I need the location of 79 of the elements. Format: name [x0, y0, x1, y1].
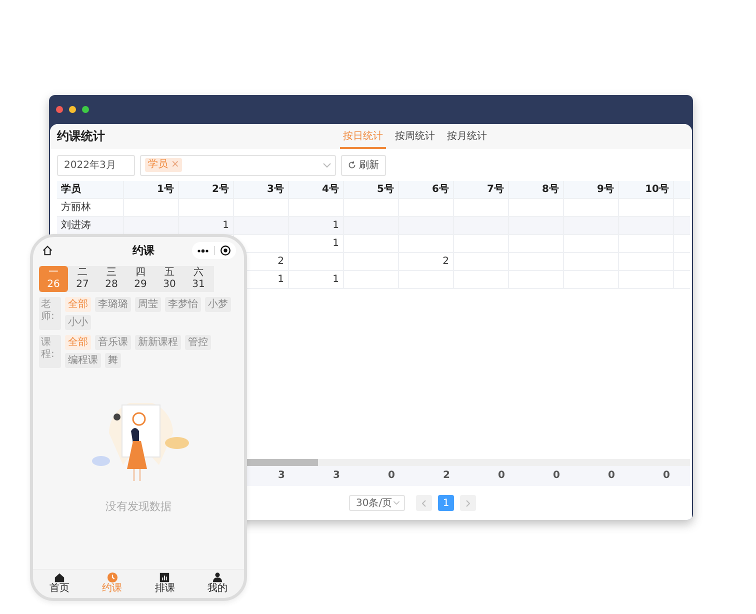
column-header: 2号: [179, 181, 234, 198]
column-header: 3号: [234, 181, 289, 198]
target-icon[interactable]: [220, 245, 231, 256]
chart-icon: [159, 572, 170, 583]
stats-tab[interactable]: 按周统计: [392, 124, 438, 149]
day-tab[interactable]: 五 30: [155, 266, 184, 292]
total-cell-text: 3: [277, 469, 286, 483]
clock-icon: [106, 572, 118, 583]
tab-bar-item[interactable]: 排课: [154, 570, 175, 596]
total-cell-text: 0: [552, 469, 561, 483]
column-header: 5号: [344, 181, 399, 198]
stats-tab[interactable]: 按月统计: [444, 124, 490, 149]
total-cell-text: 2: [442, 469, 451, 483]
column-header: 7号: [454, 181, 509, 198]
page-size-select[interactable]: 30条/页: [349, 495, 405, 511]
day-tab[interactable]: 三 28: [97, 266, 126, 292]
filter-chip[interactable]: 小梦: [205, 297, 231, 312]
refresh-button[interactable]: 刷新: [341, 154, 386, 176]
scroll-thumb[interactable]: [247, 459, 318, 466]
chevron-down-icon: [393, 501, 400, 505]
day-tab[interactable]: 一 26: [39, 266, 68, 292]
capsule-menu[interactable]: [192, 242, 236, 259]
column-header: 10号: [619, 181, 674, 198]
filter-chip[interactable]: 小小: [65, 315, 91, 330]
tag-label: 学员: [148, 158, 168, 172]
chevron-right-icon: [466, 500, 470, 506]
total-cell-text: 3: [332, 469, 341, 483]
day-tab[interactable]: 二 27: [68, 266, 97, 292]
total-cell-text: 0: [387, 469, 396, 483]
refresh-icon: [348, 161, 356, 169]
home-icon[interactable]: [42, 245, 53, 256]
more-icon[interactable]: [197, 248, 209, 252]
filter-chip[interactable]: 李梦怡: [165, 297, 201, 312]
close-dot-icon[interactable]: [56, 106, 63, 113]
person-icon: [212, 572, 224, 583]
column-header: 6号: [399, 181, 454, 198]
column-header: 4号: [289, 181, 344, 198]
filter-chip[interactable]: 全部: [65, 335, 91, 350]
chevron-down-icon: [323, 162, 331, 168]
filter-chip[interactable]: 音乐课: [95, 335, 131, 350]
count-cell: 2: [399, 253, 454, 270]
tab-bar-item[interactable]: 我的: [208, 570, 228, 596]
scrollbar[interactable]: [247, 459, 690, 466]
page-title: 约课统计: [57, 128, 106, 145]
filter-chip[interactable]: 编程课: [65, 353, 101, 368]
total-cell-text: 0: [497, 469, 506, 483]
chevron-left-icon: [422, 500, 426, 506]
filter-chip[interactable]: 李璐璐: [95, 297, 131, 312]
filter-label: 课程:: [39, 335, 61, 368]
tab-bar-item[interactable]: 首页: [49, 570, 70, 596]
filter-chip[interactable]: 管控: [185, 335, 211, 350]
filter-chip[interactable]: 舞: [105, 353, 121, 368]
day-tab[interactable]: 六 31: [184, 266, 213, 292]
filter-chip[interactable]: 周莹: [135, 297, 161, 312]
screen-title: 约课: [132, 243, 154, 258]
count-cell: 1: [289, 235, 344, 252]
column-header: 8号: [509, 181, 564, 198]
stats-tab[interactable]: 按日统计: [340, 124, 386, 149]
month-field[interactable]: 2022年3月: [57, 154, 135, 176]
empty-message: 没有发现数据: [106, 499, 172, 514]
column-header: 学员: [57, 181, 124, 198]
count-cell: 1: [289, 271, 344, 288]
column-header: 1号: [124, 181, 179, 198]
total-cell-text: 0: [662, 469, 671, 483]
filter-chip[interactable]: 新新课程: [135, 335, 181, 350]
minimize-dot-icon[interactable]: [69, 106, 76, 113]
count-cell: 1: [289, 217, 344, 234]
column-header: 9号: [564, 181, 619, 198]
student-name-cell: 方丽林: [57, 199, 124, 216]
filter-label: 老师:: [39, 297, 61, 330]
type-select[interactable]: 学员 ×: [140, 154, 336, 176]
tag-remove[interactable]: ×: [171, 158, 180, 172]
filter-chip[interactable]: 全部: [65, 297, 91, 312]
house-icon: [54, 572, 65, 583]
day-tab[interactable]: 四 29: [126, 266, 155, 292]
total-cell-text: 0: [607, 469, 616, 483]
page-button[interactable]: 1: [438, 495, 454, 511]
tab-bar-item[interactable]: 约课: [102, 570, 122, 596]
maximize-dot-icon[interactable]: [82, 106, 89, 113]
